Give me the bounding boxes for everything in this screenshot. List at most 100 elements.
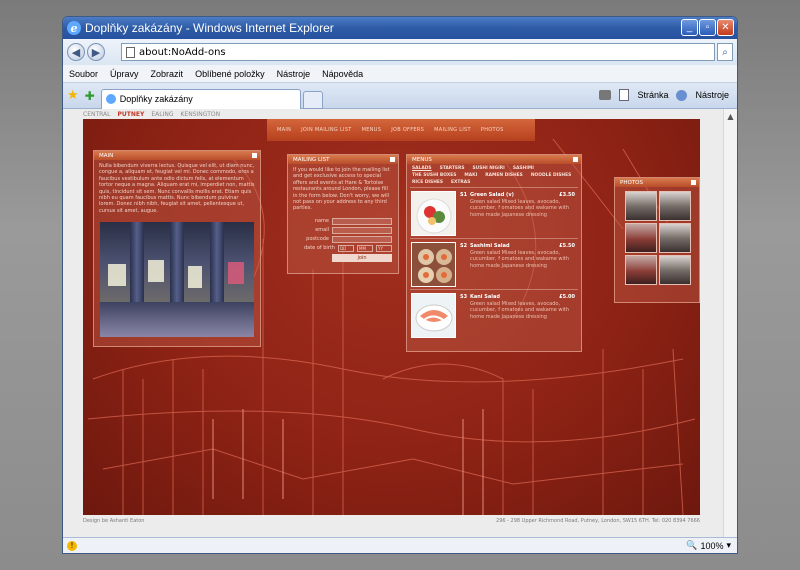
menu-tab-noodle[interactable]: NOODLE DISHES xyxy=(531,173,571,178)
photo-thumbnail[interactable] xyxy=(625,191,657,221)
menu-view[interactable]: Zobrazit xyxy=(151,69,184,79)
menu-tab-ramen[interactable]: RAMEN DISHES xyxy=(485,173,523,178)
zoom-icon: 🔍 xyxy=(686,540,698,550)
dish-name: Sashimi Salad xyxy=(470,243,510,249)
favorites-star-icon[interactable]: ★ xyxy=(67,88,79,103)
menu-tools[interactable]: Nástroje xyxy=(277,69,311,79)
menu-tab-salads[interactable]: SALADS xyxy=(412,166,432,171)
menu-tab-sushi-boxes[interactable]: THE SUSHI BOXES xyxy=(412,173,456,178)
nav-photos[interactable]: PHOTOS xyxy=(481,127,504,133)
dish-photo xyxy=(411,242,456,287)
vertical-scrollbar[interactable]: ▲ xyxy=(723,109,737,539)
address-bar: ◀ ▶ about:NoAdd-ons ⌕ xyxy=(63,39,737,65)
menu-favorites[interactable]: Oblíbené položky xyxy=(195,69,265,79)
join-button[interactable]: join xyxy=(332,253,392,262)
page-menu-icon xyxy=(619,89,630,101)
status-bar: ! 🔍 100% ▾ xyxy=(63,537,737,553)
dish-name: Kani Salad xyxy=(470,294,500,300)
nav-job-offers[interactable]: JOB OFFERS xyxy=(391,127,424,133)
nav-mailing-list[interactable]: MAILING LIST xyxy=(434,127,471,133)
dish-price: £3.50 xyxy=(559,192,575,198)
page-menu[interactable]: Stránka xyxy=(637,90,668,100)
name-label: name xyxy=(314,218,329,225)
location-central[interactable]: CENTRAL xyxy=(83,111,111,119)
site-canvas: MAIN JOIN MAILING LIST MENUS JOB OFFERS … xyxy=(83,119,700,515)
tab-active[interactable]: Doplňky zakázány xyxy=(100,88,301,109)
tools-menu[interactable]: Nástroje xyxy=(695,90,729,100)
warning-icon[interactable]: ! xyxy=(67,540,77,551)
photo-thumbnail[interactable] xyxy=(659,191,691,221)
postcode-label: postcode xyxy=(306,236,329,243)
menu-bar: Soubor Úpravy Zobrazit Oblíbené položky … xyxy=(63,65,737,83)
photos-title: PHOTOS xyxy=(620,179,643,186)
footer-address: 296 - 298 Upper Richmond Road, Putney, L… xyxy=(496,518,700,524)
location-putney[interactable]: PUTNEY xyxy=(118,111,145,119)
print-icon[interactable] xyxy=(599,90,612,100)
email-field[interactable] xyxy=(332,226,392,234)
close-button[interactable]: ✕ xyxy=(717,19,734,36)
menu-tab-rice[interactable]: RICE DISHES xyxy=(412,180,443,185)
forward-button[interactable]: ▶ xyxy=(87,43,105,61)
nav-menus[interactable]: MENUS xyxy=(362,127,382,133)
new-tab-button[interactable] xyxy=(302,90,323,109)
menu-tab-sashimi[interactable]: SASHIMI xyxy=(513,166,534,171)
menu-tab-maki[interactable]: MAKI xyxy=(464,173,477,178)
dob-month-field[interactable]: MM xyxy=(357,244,373,252)
scroll-up-arrow-icon[interactable]: ▲ xyxy=(724,109,737,123)
window-title: Doplňky zakázány - Windows Internet Expl… xyxy=(85,21,334,35)
dob-day-field[interactable]: DD xyxy=(338,244,354,252)
nav-main[interactable]: MAIN xyxy=(277,127,291,133)
name-field[interactable] xyxy=(332,217,392,225)
maximize-button[interactable]: ▫ xyxy=(699,19,716,36)
panel-close-icon[interactable] xyxy=(390,157,395,162)
menus-header: MENUS xyxy=(407,155,581,164)
zoom-level: 100% xyxy=(700,540,724,551)
panel-close-icon[interactable] xyxy=(691,180,696,185)
menu-edit[interactable]: Úpravy xyxy=(110,69,139,79)
menu-help[interactable]: Nápověda xyxy=(322,69,363,79)
site-nav: MAIN JOIN MAILING LIST MENUS JOB OFFERS … xyxy=(267,119,535,141)
dish-item: S1 Green Salad (v) £3.50 Green salad Mix… xyxy=(410,187,578,238)
zoom-control[interactable]: 🔍 100% ▾ xyxy=(686,540,731,551)
dish-photo xyxy=(411,293,456,338)
add-favorite-icon[interactable]: ✚ xyxy=(85,89,95,103)
dish-photo xyxy=(411,191,456,236)
dish-item: S2 Sashimi Salad £5.50 Green salad Mixed… xyxy=(410,238,578,289)
main-panel-text: Nulla bibendum viverra lectus. Quisque v… xyxy=(99,163,255,214)
photos-panel: PHOTOS xyxy=(614,177,700,303)
photo-thumbnail[interactable] xyxy=(625,255,657,285)
main-panel: MAIN Nulla bibendum viverra lectus. Quis… xyxy=(93,150,261,347)
dish-price: £5.50 xyxy=(559,243,575,249)
panel-close-icon[interactable] xyxy=(573,157,578,162)
menu-category-tabs: SALADS STARTERS SUSHI NIGIRI SASHIMI THE… xyxy=(407,164,581,187)
dish-number: S2 xyxy=(460,243,468,249)
photo-thumbnail[interactable] xyxy=(625,223,657,253)
mailing-list-form: name email postcode date of birth DD MM … xyxy=(288,215,398,264)
chevron-down-icon: ▾ xyxy=(726,540,731,550)
mailing-list-text: If you would like to join the mailing li… xyxy=(293,167,390,212)
tab-ie-icon xyxy=(105,94,116,104)
menu-tab-starters[interactable]: STARTERS xyxy=(440,166,465,171)
tab-title: Doplňky zakázány xyxy=(119,94,193,104)
url-text: about:NoAdd-ons xyxy=(139,46,226,58)
mailing-list-title: MAILING LIST xyxy=(293,156,330,163)
postcode-field[interactable] xyxy=(332,235,392,243)
dish-name: Green Salad (v) xyxy=(470,192,514,198)
panel-close-icon[interactable] xyxy=(252,153,257,158)
location-kensington[interactable]: KENSINGTON xyxy=(181,111,221,119)
dish-item: S3 Kani Salad £5.00 Green salad Mixed le… xyxy=(410,289,578,340)
location-ealing[interactable]: EALING xyxy=(151,111,173,119)
dob-label: date of birth xyxy=(303,245,335,252)
url-input[interactable]: about:NoAdd-ons xyxy=(121,43,715,61)
menu-tab-extras[interactable]: EXTRAS xyxy=(451,180,470,185)
minimize-button[interactable]: _ xyxy=(681,19,698,36)
email-label: email xyxy=(315,227,329,234)
menu-file[interactable]: Soubor xyxy=(69,69,98,79)
nav-join-mailing-list[interactable]: JOIN MAILING LIST xyxy=(301,127,351,133)
photo-thumbnail[interactable] xyxy=(659,223,691,253)
back-button[interactable]: ◀ xyxy=(67,43,85,61)
photo-thumbnail[interactable] xyxy=(659,255,691,285)
dob-year-field[interactable]: YY xyxy=(376,244,392,252)
search-icon[interactable]: ⌕ xyxy=(717,43,733,61)
menu-tab-sushi-nigiri[interactable]: SUSHI NIGIRI xyxy=(473,166,505,171)
